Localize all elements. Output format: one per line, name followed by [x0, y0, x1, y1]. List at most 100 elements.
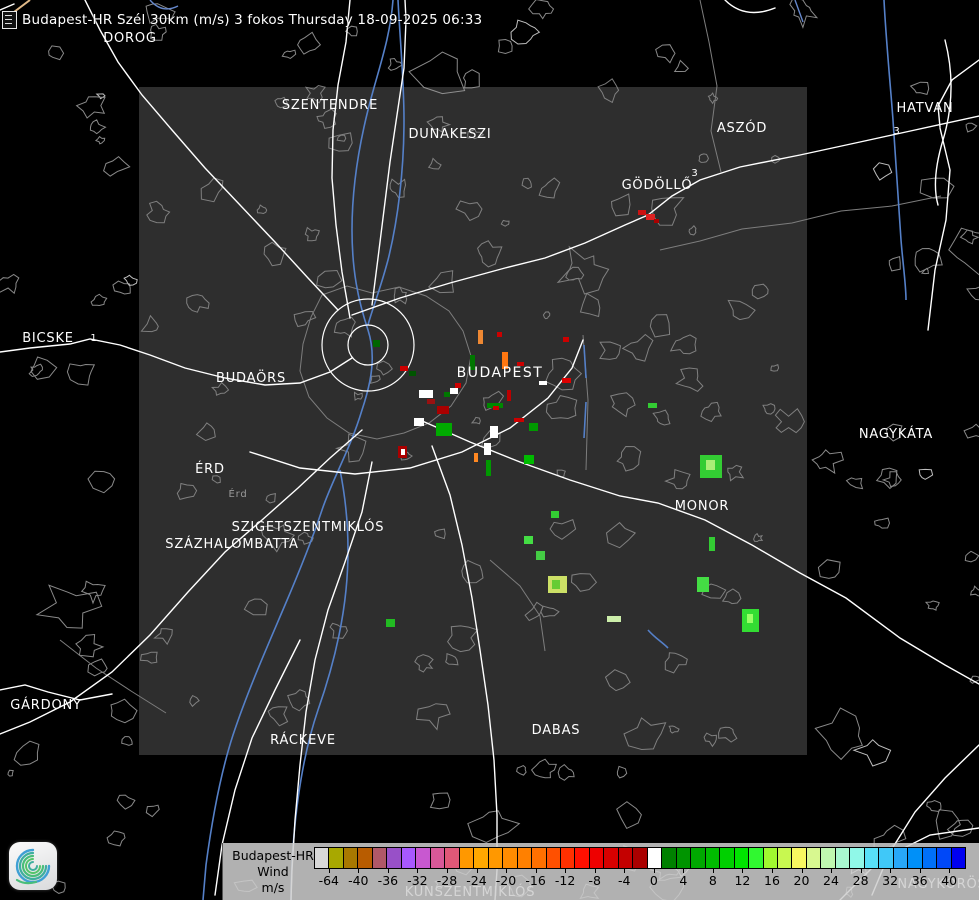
legend-color-cell [372, 848, 386, 868]
radar-echo [400, 366, 408, 371]
radar-map: DOROGSZENTENDREDUNAKESZIASZÓDHATVANGÖDÖL… [0, 0, 979, 900]
radar-echo [414, 418, 424, 426]
city-label: 3 [893, 126, 900, 137]
city-label: GÖDÖLLŐ [622, 176, 693, 193]
radar-echo [490, 426, 498, 438]
radar-echo [697, 577, 709, 592]
radar-echo [529, 423, 538, 431]
legend-color-cell [763, 848, 777, 868]
legend-color-cell [603, 848, 617, 868]
legend-parameter: Wind [223, 864, 323, 879]
radar-echo [444, 392, 450, 397]
city-label: GÁRDONY [10, 697, 82, 713]
legend-color-cell [632, 848, 646, 868]
radar-echo [551, 511, 559, 518]
legend-color-cell [647, 848, 661, 868]
legend-color-cell [719, 848, 733, 868]
radar-echo [536, 551, 545, 560]
radar-echo [437, 406, 449, 414]
legend-color-cell [936, 848, 950, 868]
radar-echo [539, 381, 547, 385]
radar-echo [646, 214, 655, 220]
legend-color-cell [473, 848, 487, 868]
radar-echo [638, 210, 646, 215]
legend-color-cell [488, 848, 502, 868]
radar-echo [478, 330, 483, 344]
city-label: SZÁZHALOMBATTA [165, 536, 298, 552]
legend-color-cell [951, 848, 965, 868]
legend-color-cell [401, 848, 415, 868]
legend-color-cell [806, 848, 820, 868]
radar-echo [747, 614, 753, 623]
legend-tick-label: -20 [496, 873, 516, 888]
legend-tick-label: -36 [378, 873, 398, 888]
radar-echo [562, 378, 571, 383]
radar-echo [524, 536, 533, 544]
radar-echo [524, 455, 534, 464]
legend-tick-label: -24 [466, 873, 486, 888]
legend-tick-label: 24 [823, 873, 839, 888]
legend-product: Budapest-HR [223, 848, 323, 863]
legend-color-cell [574, 848, 588, 868]
legend-tick-label: 12 [734, 873, 750, 888]
legend-color-cell [560, 848, 574, 868]
wind-spiral-icon [9, 842, 57, 890]
radar-echo [654, 219, 659, 223]
legend-tick-label: 8 [709, 873, 717, 888]
app-logo-button[interactable] [9, 842, 57, 890]
radar-echo [450, 388, 458, 394]
radar-echo [436, 423, 452, 436]
radar-echo [427, 399, 435, 404]
legend-color-cell [444, 848, 458, 868]
city-label: BUDAÖRS [216, 369, 286, 386]
legend-unit: m/s [223, 880, 323, 895]
legend-color-cell [546, 848, 560, 868]
legend-tick-label: 36 [912, 873, 928, 888]
city-label: Érd [228, 487, 247, 500]
legend-tick-label: -16 [525, 873, 545, 888]
legend-tick-label: 32 [882, 873, 898, 888]
radar-echo [563, 337, 569, 342]
legend-color-cell [690, 848, 704, 868]
radar-echo [709, 537, 715, 551]
city-label: SZENTENDRE [282, 98, 378, 113]
radar-echo [552, 580, 560, 589]
legend-color-cell [820, 848, 834, 868]
city-label: BICSKE [22, 331, 74, 346]
legend-tick-label: -8 [588, 873, 600, 888]
legend-color-cell [893, 848, 907, 868]
radar-echo [493, 406, 499, 410]
radar-echo [607, 616, 621, 622]
city-label: NAGYKÁTA [859, 426, 933, 442]
window-icon [2, 11, 17, 29]
city-label: MONOR [675, 499, 729, 514]
radar-echo [514, 418, 524, 422]
legend-tick-label: 4 [679, 873, 687, 888]
legend-color-cell [517, 848, 531, 868]
legend-color-cell [907, 848, 921, 868]
radar-app-window: DOROGSZENTENDREDUNAKESZIASZÓDHATVANGÖDÖL… [0, 0, 979, 900]
legend-color-cell [589, 848, 603, 868]
legend-color-cell [315, 848, 328, 868]
city-label: RÁCKEVE [270, 732, 336, 748]
radar-echo [419, 390, 433, 398]
legend-tick-label: 16 [764, 873, 780, 888]
city-label: DOROG [103, 31, 157, 46]
legend-color-cell [676, 848, 690, 868]
city-label: DUNAKESZI [408, 127, 491, 142]
legend-color-cell [618, 848, 632, 868]
legend-tick-label: 20 [794, 873, 810, 888]
radar-echo [474, 453, 478, 462]
legend-tick-label: -32 [407, 873, 427, 888]
radar-echo [401, 449, 405, 455]
legend-color-cell [922, 848, 936, 868]
legend-color-cell [791, 848, 805, 868]
radar-echo [486, 460, 491, 476]
city-label: SZIGETSZENTMIKLÓS [232, 519, 385, 535]
legend-color-cell [705, 848, 719, 868]
legend-color-cell [777, 848, 791, 868]
legend-tick-label: 40 [941, 873, 957, 888]
legend-color-cell [328, 848, 342, 868]
radar-echo [706, 460, 715, 470]
city-label: HATVAN [896, 101, 953, 116]
